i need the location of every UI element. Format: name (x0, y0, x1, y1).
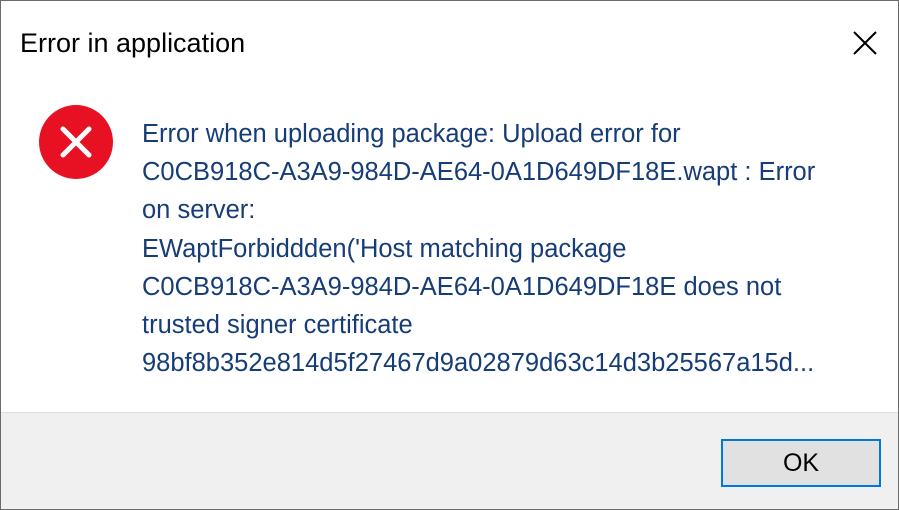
button-bar: OK (1, 412, 898, 509)
ok-button[interactable]: OK (721, 439, 881, 487)
error-message: Error when uploading package: Upload err… (142, 120, 816, 378)
error-dialog: Error in application Error when uploadin… (0, 0, 899, 510)
dialog-content: Error when uploading package: Upload err… (1, 85, 898, 413)
close-button[interactable] (832, 1, 898, 85)
title-bar: Error in application (1, 1, 898, 85)
close-icon (853, 31, 877, 55)
dialog-title: Error in application (20, 28, 246, 58)
error-icon (39, 105, 113, 179)
